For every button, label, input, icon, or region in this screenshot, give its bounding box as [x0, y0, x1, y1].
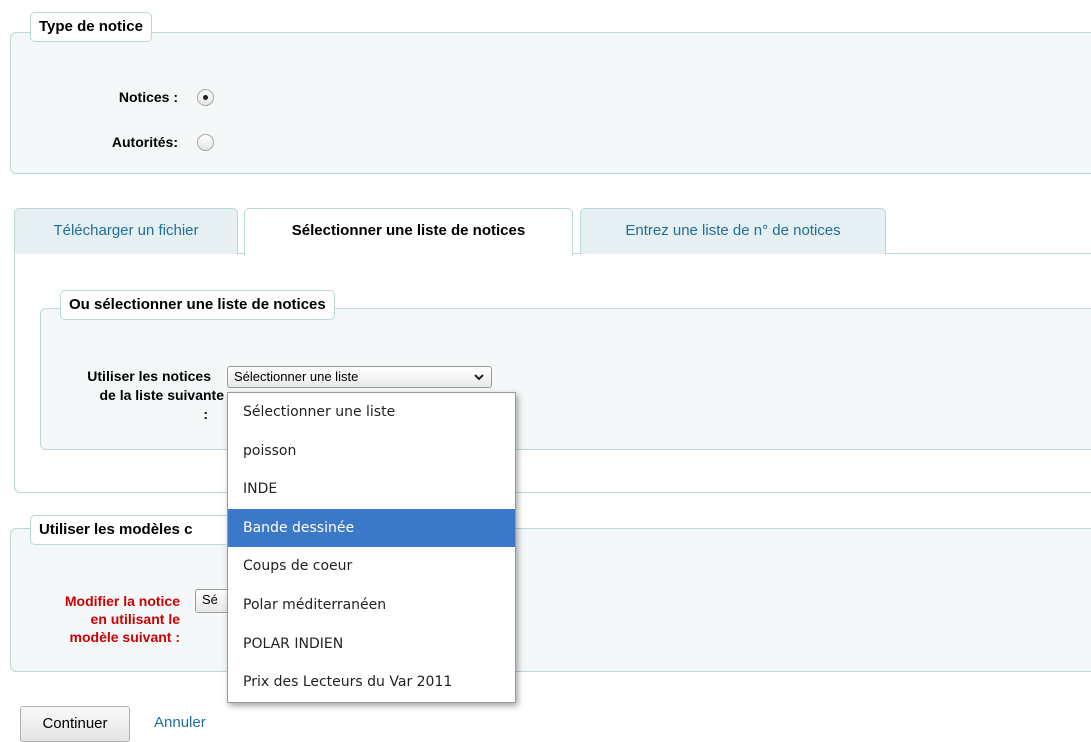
notices-radio[interactable] — [197, 89, 214, 106]
list-label-line3: : — [203, 406, 208, 422]
tab-enter-numbers[interactable]: Entrez une liste de n° de notices — [580, 208, 886, 254]
template-select-value: Sé — [202, 592, 218, 607]
tab-bar: Télécharger un fichier Sélectionner une … — [14, 208, 1091, 256]
template-label-line2: en utilisant le — [90, 611, 180, 627]
template-label-line3: modèle suivant : — [69, 629, 180, 645]
list-option[interactable]: Sélectionner une liste — [228, 393, 515, 432]
list-option[interactable]: INDE — [228, 470, 515, 509]
continue-button[interactable]: Continuer — [20, 706, 130, 742]
list-select[interactable]: Sélectionner une liste — [227, 366, 492, 388]
list-option[interactable]: POLAR INDIEN — [228, 625, 515, 664]
list-option[interactable]: Polar méditerranéen — [228, 586, 515, 625]
list-label-line1: Utiliser les notices — [87, 368, 211, 384]
list-legend: Ou sélectionner une liste de notices — [60, 290, 335, 320]
template-label-line1: Modifier la notice — [64, 593, 180, 609]
template-legend: Utiliser les modèles c — [30, 515, 230, 545]
cancel-link[interactable]: Annuler — [154, 714, 206, 731]
list-option[interactable]: Coups de coeur — [228, 547, 515, 586]
authorities-label: Autorités: — [111, 134, 178, 150]
tab-upload-file[interactable]: Télécharger un fichier — [14, 208, 238, 254]
list-option-highlighted[interactable]: Bande dessinée — [228, 508, 515, 548]
list-option[interactable]: poisson — [228, 432, 515, 471]
list-select-value: Sélectionner une liste — [234, 369, 359, 384]
authorities-radio[interactable] — [197, 134, 214, 151]
list-option[interactable]: Prix des Lecteurs du Var 2011 — [228, 663, 515, 702]
list-dropdown: Sélectionner une liste poisson INDE Band… — [227, 392, 516, 703]
record-type-legend: Type de notice — [30, 12, 152, 42]
notices-label: Notices : — [118, 89, 178, 105]
tab-select-list[interactable]: Sélectionner une liste de notices — [244, 208, 573, 256]
list-label-line2: de la liste suivante — [99, 387, 225, 403]
chevron-down-icon — [473, 367, 485, 387]
